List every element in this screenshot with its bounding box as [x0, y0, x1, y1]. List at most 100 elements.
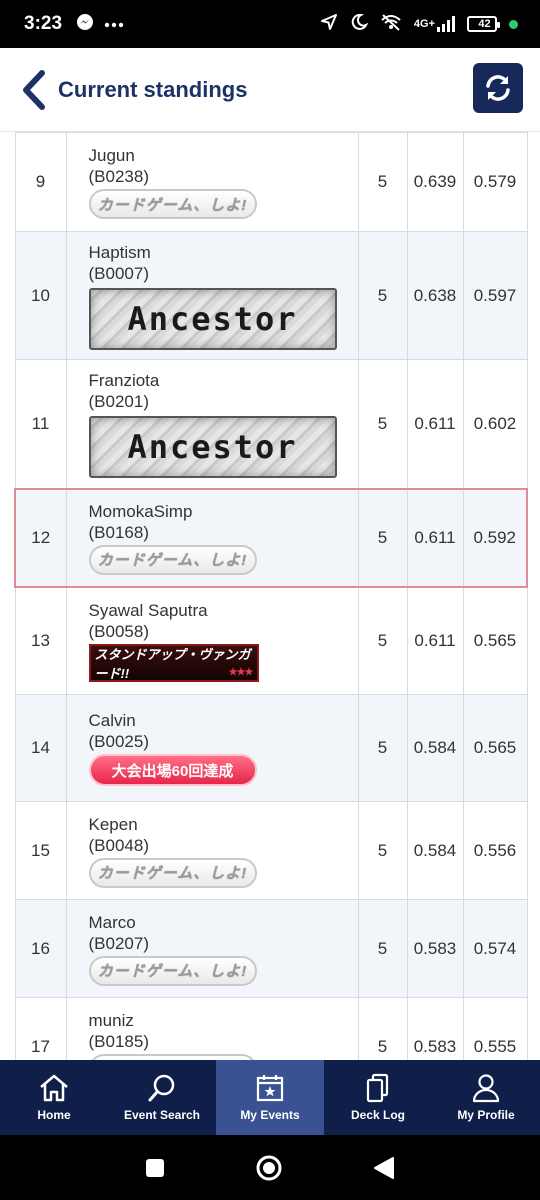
network-type: 4G+	[413, 18, 435, 30]
player-name: Syawal Saputra	[88, 600, 208, 620]
player-name: Franziota	[88, 370, 160, 390]
oomw-cell: 0.602	[462, 359, 528, 489]
points-cell: 5	[357, 801, 408, 900]
oomw-cell: 0.592	[462, 487, 528, 588]
battery-icon: 42	[467, 16, 500, 32]
standings-row[interactable]: 15 Kepen (B0048) カードゲーム、しよ! 5 0.584 0.556	[14, 801, 528, 900]
omw-cell: 0.583	[406, 899, 464, 998]
refresh-button[interactable]	[473, 63, 523, 113]
player-name: Calvin	[88, 711, 136, 730]
points-cell: 5	[357, 899, 408, 998]
omw-cell: 0.611	[406, 487, 464, 588]
badge-text: 大会出場60回達成	[111, 762, 234, 780]
standings-row[interactable]: 11 Franziota (B0201) Ancestor 5 0.611 0.602	[14, 359, 528, 489]
player-cell: Calvin (B0025) 大会出場60回達成	[65, 694, 359, 802]
back-system-button[interactable]	[373, 1156, 395, 1180]
points-cell: 5	[357, 132, 408, 232]
standings-row[interactable]: 10 Haptism (B0007) Ancestor 5 0.638 0.597	[14, 231, 528, 360]
points-cell: 5	[357, 231, 408, 360]
player-cell: Franziota (B0201) Ancestor	[65, 359, 359, 489]
player-cell: Kepen (B0048) カードゲーム、しよ!	[65, 801, 359, 900]
nav-deck-log[interactable]: Deck Log	[324, 1060, 432, 1135]
nav-event-search[interactable]: Event Search	[108, 1060, 216, 1135]
page-title: Current standings	[58, 76, 248, 102]
omw-cell: 0.583	[406, 997, 464, 1060]
player-name: muniz	[88, 1010, 134, 1030]
points-cell: 5	[357, 487, 408, 588]
points-cell: 5	[357, 997, 408, 1060]
star-icons: ★★★	[228, 666, 254, 678]
triangle-back-icon	[374, 1156, 394, 1179]
title-badge: カードゲーム、しよ!	[88, 544, 257, 575]
standings-row[interactable]: 16 Marco (B0207) カードゲーム、しよ! 5 0.583 0.574	[14, 899, 528, 998]
rank-cell: 10	[14, 231, 67, 360]
badge-text: カードゲーム、しよ!	[97, 963, 248, 980]
player-name: Jugun	[88, 146, 135, 165]
badge-text: Ancestor	[127, 427, 298, 466]
nav-my-profile-label: My Profile	[457, 1108, 515, 1122]
standings-row[interactable]: 14 Calvin (B0025) 大会出場60回達成 5 0.584 0.565	[14, 694, 528, 802]
player-id: (B0007)	[88, 263, 149, 283]
rank-cell: 15	[14, 801, 67, 900]
player-id: (B0025)	[88, 732, 149, 751]
oomw-cell: 0.555	[462, 997, 528, 1060]
player-name: Haptism	[88, 242, 151, 262]
square-icon	[146, 1158, 164, 1177]
rank-cell: 11	[14, 359, 67, 489]
points-cell: 5	[357, 359, 408, 489]
rank-cell: 9	[14, 132, 67, 232]
oomw-cell: 0.574	[462, 899, 528, 998]
system-navigation-bar	[0, 1135, 540, 1200]
bottom-navigation: Home Event Search My Events Deck Log My …	[0, 1060, 540, 1135]
nav-my-events-label: My Events	[240, 1108, 300, 1122]
home-system-button[interactable]	[255, 1154, 283, 1182]
player-id: (B0168)	[88, 522, 149, 542]
player-id: (B0048)	[88, 835, 149, 855]
points-cell: 5	[357, 694, 408, 802]
player-cell: Jugun (B0238) カードゲーム、しよ!	[65, 132, 359, 232]
nav-home[interactable]: Home	[0, 1060, 108, 1135]
participation-badge: 大会出場60回達成	[88, 754, 257, 786]
circle-icon	[256, 1155, 282, 1180]
player-id: (B0058)	[88, 621, 149, 641]
player-id: (B0185)	[88, 1031, 149, 1051]
nav-event-search-label: Event Search	[123, 1108, 201, 1122]
player-name: Marco	[88, 912, 136, 932]
back-button[interactable]	[6, 48, 62, 132]
standings-row[interactable]: 12 MomokaSimp (B0168) カードゲーム、しよ! 5 0.611 0.592	[14, 487, 528, 588]
nav-my-profile[interactable]: My Profile	[432, 1060, 540, 1135]
cards-icon	[366, 1073, 389, 1103]
omw-cell: 0.638	[406, 231, 464, 360]
standings-row[interactable]: 9 Jugun (B0238) カードゲーム、しよ! 5 0.639 0.579	[14, 132, 528, 232]
player-cell: MomokaSimp (B0168) カードゲーム、しよ!	[65, 487, 359, 588]
status-time: 3:23	[24, 13, 63, 34]
standings-row[interactable]: 17muniz(B0185)カードゲーム、しよ!50.5830.555	[14, 997, 528, 1060]
nav-my-events[interactable]: My Events	[216, 1060, 324, 1135]
nav-home-label: Home	[37, 1108, 71, 1122]
oomw-cell: 0.565	[462, 694, 528, 802]
more-notifications-icon	[104, 15, 124, 33]
wifi-off-icon	[380, 13, 402, 36]
messenger-icon	[76, 13, 94, 36]
badge-text: Ancestor	[127, 299, 298, 338]
oomw-cell: 0.565	[462, 586, 528, 695]
points-cell: 5	[357, 586, 408, 695]
ancestor-badge: Ancestor	[88, 287, 337, 350]
player-id: (B0238)	[88, 167, 149, 186]
omw-cell: 0.584	[406, 801, 464, 900]
home-icon	[40, 1074, 68, 1102]
omw-cell: 0.611	[406, 586, 464, 695]
badge-text: カードゲーム、しよ!	[97, 196, 248, 214]
standings-row[interactable]: 13 Syawal Saputra (B0058) スタンドアップ・ヴァンガード!! ★…	[14, 586, 528, 695]
title-badge: カードゲーム、しよ!	[88, 189, 257, 219]
player-cell: muniz(B0185)カードゲーム、しよ!	[65, 997, 359, 1060]
app-header: Current standings	[0, 48, 540, 132]
rank-cell: 13	[14, 586, 67, 695]
oomw-cell: 0.579	[462, 132, 528, 232]
recents-button[interactable]	[145, 1158, 165, 1178]
badge-text: カードゲーム、しよ!	[97, 865, 248, 882]
rank-cell: 12	[14, 487, 67, 588]
rank-cell: 17	[14, 997, 67, 1060]
standings-scroll-area[interactable]: 9 Jugun (B0238) カードゲーム、しよ! 5 0.639 0.579 10 Hapt…	[0, 132, 540, 1060]
standup-vanguard-badge: スタンドアップ・ヴァンガード!! ★★★	[88, 643, 259, 682]
